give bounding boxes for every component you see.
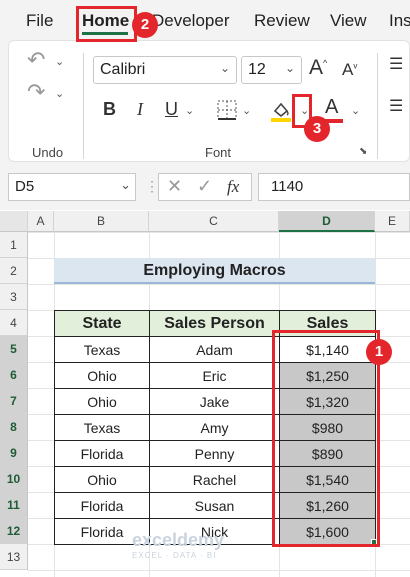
menu-developer[interactable]: Developer (152, 11, 230, 31)
row-header-13[interactable]: 13 (0, 544, 28, 570)
underline-button[interactable]: U (165, 100, 178, 118)
row-header-9[interactable]: 9 (0, 440, 28, 466)
cell-state[interactable]: Florida (54, 440, 150, 467)
formula-bar: D5 ⌄ ⋮ ✕ ✓ fx 1140 (0, 164, 410, 210)
cell-person[interactable]: Adam (149, 336, 280, 363)
font-color-dropdown-icon[interactable]: ⌄ (351, 104, 360, 117)
menu-view[interactable]: View (330, 11, 367, 31)
row-header-7[interactable]: 7 (0, 388, 28, 414)
row-header-10[interactable]: 10 (0, 466, 28, 492)
font-dialog-launcher-icon[interactable]: ⬊ (359, 146, 367, 157)
cell-person[interactable]: Susan (149, 492, 280, 519)
formula-input[interactable]: 1140 (258, 173, 410, 201)
fill-color-icon[interactable] (269, 98, 293, 125)
header-sales-person[interactable]: Sales Person (149, 310, 280, 337)
column-header-d[interactable]: D (279, 211, 375, 232)
row-header-4[interactable]: 4 (0, 310, 28, 336)
column-header-c[interactable]: C (149, 211, 279, 232)
font-name-value: Calibri (100, 61, 146, 78)
menu-insert[interactable]: Ins (389, 11, 410, 31)
undo-dropdown-icon[interactable]: ⌄ (55, 55, 64, 68)
cell-state[interactable]: Ohio (54, 388, 150, 415)
redo-dropdown-icon[interactable]: ⌄ (55, 87, 64, 100)
align-left-icon[interactable]: ☰ (389, 99, 403, 115)
step-badge-2: 2 (132, 12, 158, 38)
ribbon: ↶ ⌄ ↷ ⌄ Undo Calibri ⌄ 12 ⌄ A^ Av B I U … (0, 40, 410, 164)
cell-state[interactable]: Ohio (54, 362, 150, 389)
undo-group-label: Undo (32, 145, 64, 160)
cell-state[interactable]: Ohio (54, 466, 150, 493)
sheet-title[interactable]: Employing Macros (54, 258, 375, 284)
cancel-icon[interactable]: ✕ (167, 176, 182, 197)
ribbon-separator (83, 53, 84, 159)
font-size-select[interactable]: 12 ⌄ (241, 56, 302, 84)
decrease-font-size-icon[interactable]: Av (342, 61, 357, 78)
font-color-icon[interactable]: A (325, 97, 338, 117)
sales-range-highlight (272, 330, 380, 547)
name-box-value: D5 (15, 178, 35, 195)
increase-font-size-icon[interactable]: A^ (309, 57, 327, 78)
row-header-5[interactable]: 5 (0, 336, 28, 362)
row-header-1[interactable]: 1 (0, 232, 28, 258)
cell-state[interactable]: Florida (54, 492, 150, 519)
exceldemy-watermark: exceldemy EXCEL · DATA · BI (132, 530, 225, 560)
header-state[interactable]: State (54, 310, 150, 337)
ribbon-panel: ↶ ⌄ ↷ ⌄ Undo Calibri ⌄ 12 ⌄ A^ Av B I U … (8, 40, 410, 162)
row-header-12[interactable]: 12 (0, 518, 28, 544)
row-header-2[interactable]: 2 (0, 258, 28, 284)
chevron-down-icon: ⌄ (219, 61, 230, 75)
font-size-value: 12 (248, 61, 266, 78)
cell-person[interactable]: Amy (149, 414, 280, 441)
undo-icon[interactable]: ↶ (27, 49, 45, 71)
cell-state[interactable]: Texas (54, 414, 150, 441)
column-header-b[interactable]: B (54, 211, 149, 232)
row-header-11[interactable]: 11 (0, 492, 28, 518)
italic-button[interactable]: I (137, 100, 143, 118)
bold-button[interactable]: B (103, 100, 116, 118)
cell-person[interactable]: Penny (149, 440, 280, 467)
home-tab-highlight (76, 6, 137, 42)
cell-person[interactable]: Jake (149, 388, 280, 415)
redo-icon[interactable]: ↷ (27, 81, 45, 103)
menu-review[interactable]: Review (254, 11, 310, 31)
menu-bar: File Home Developer Review View Ins (0, 0, 410, 40)
borders-dropdown-icon[interactable]: ⌄ (242, 104, 251, 117)
enter-icon[interactable]: ✓ (197, 176, 212, 197)
more-options-icon[interactable]: ⋮ (145, 178, 159, 195)
font-name-select[interactable]: Calibri ⌄ (93, 56, 237, 84)
cell-person[interactable]: Eric (149, 362, 280, 389)
step-badge-1: 1 (366, 339, 392, 365)
insert-function-button[interactable]: fx (227, 177, 239, 197)
row-header-3[interactable]: 3 (0, 284, 28, 310)
font-group-label: Font (205, 145, 232, 160)
menu-file[interactable]: File (26, 11, 53, 31)
row-header-6[interactable]: 6 (0, 362, 28, 388)
cell-person[interactable]: Rachel (149, 466, 280, 493)
step-badge-3: 3 (304, 116, 330, 142)
underline-dropdown-icon[interactable]: ⌄ (185, 104, 194, 117)
column-header-a[interactable]: A (28, 211, 54, 232)
cell-state[interactable]: Texas (54, 336, 150, 363)
formula-buttons: ✕ ✓ fx (158, 173, 252, 201)
column-header-e[interactable]: E (375, 211, 410, 232)
chevron-down-icon: ⌄ (284, 61, 295, 75)
borders-icon[interactable] (216, 99, 238, 124)
ribbon-separator (377, 53, 378, 159)
chevron-down-icon: ⌄ (120, 177, 131, 192)
row-header-8[interactable]: 8 (0, 414, 28, 440)
select-all-corner[interactable] (0, 211, 28, 232)
name-box[interactable]: D5 ⌄ (8, 173, 136, 201)
align-top-icon[interactable]: ☰ (389, 57, 403, 73)
